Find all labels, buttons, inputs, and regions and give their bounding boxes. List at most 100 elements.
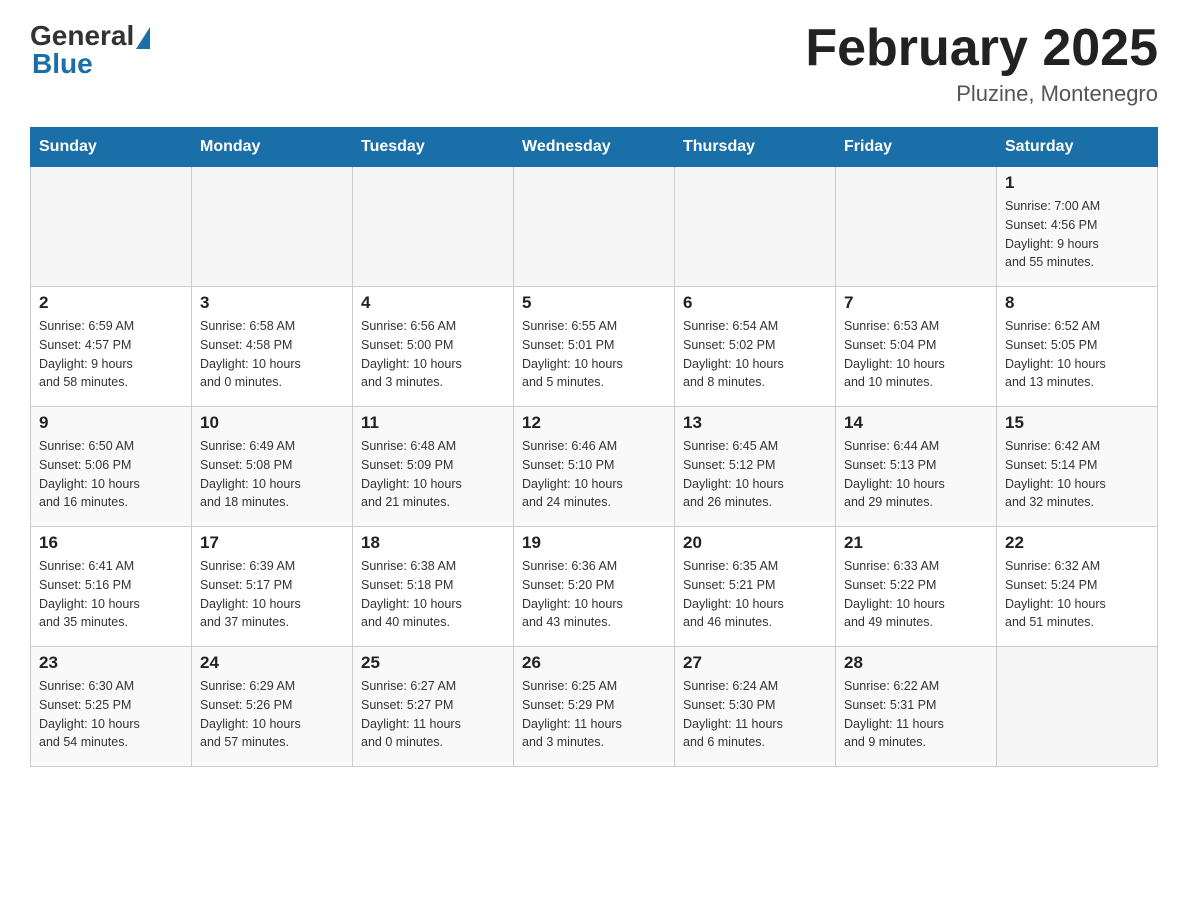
- day-info: Sunrise: 6:32 AM Sunset: 5:24 PM Dayligh…: [1005, 557, 1149, 632]
- calendar-week-3: 9 Sunrise: 6:50 AM Sunset: 5:06 PM Daylig…: [31, 407, 1158, 527]
- weekday-header-thursday: Thursday: [675, 128, 836, 167]
- logo-blue-text: Blue: [32, 48, 93, 80]
- weekday-header-sunday: Sunday: [31, 128, 192, 167]
- calendar-cell: 3 Sunrise: 6:58 AM Sunset: 4:58 PM Daylig…: [192, 287, 353, 407]
- day-info: Sunrise: 6:44 AM Sunset: 5:13 PM Dayligh…: [844, 437, 988, 512]
- calendar-cell: 5 Sunrise: 6:55 AM Sunset: 5:01 PM Daylig…: [514, 287, 675, 407]
- day-info: Sunrise: 6:42 AM Sunset: 5:14 PM Dayligh…: [1005, 437, 1149, 512]
- calendar-cell: 1 Sunrise: 7:00 AM Sunset: 4:56 PM Daylig…: [997, 167, 1158, 287]
- weekday-header-row: SundayMondayTuesdayWednesdayThursdayFrid…: [31, 128, 1158, 167]
- calendar-cell: 10 Sunrise: 6:49 AM Sunset: 5:08 PM Dayli…: [192, 407, 353, 527]
- day-info: Sunrise: 6:22 AM Sunset: 5:31 PM Dayligh…: [844, 677, 988, 752]
- day-number: 19: [522, 533, 666, 553]
- day-number: 7: [844, 293, 988, 313]
- calendar-cell: 14 Sunrise: 6:44 AM Sunset: 5:13 PM Dayli…: [836, 407, 997, 527]
- day-number: 8: [1005, 293, 1149, 313]
- weekday-header-friday: Friday: [836, 128, 997, 167]
- day-info: Sunrise: 6:59 AM Sunset: 4:57 PM Dayligh…: [39, 317, 183, 392]
- calendar-cell: [997, 647, 1158, 767]
- calendar-week-2: 2 Sunrise: 6:59 AM Sunset: 4:57 PM Daylig…: [31, 287, 1158, 407]
- page-header: General Blue February 2025 Pluzine, Mont…: [30, 20, 1158, 107]
- day-number: 14: [844, 413, 988, 433]
- location: Pluzine, Montenegro: [805, 81, 1158, 107]
- day-number: 15: [1005, 413, 1149, 433]
- day-info: Sunrise: 6:45 AM Sunset: 5:12 PM Dayligh…: [683, 437, 827, 512]
- calendar-week-1: 1 Sunrise: 7:00 AM Sunset: 4:56 PM Daylig…: [31, 167, 1158, 287]
- day-number: 13: [683, 413, 827, 433]
- day-info: Sunrise: 6:49 AM Sunset: 5:08 PM Dayligh…: [200, 437, 344, 512]
- calendar-cell: [675, 167, 836, 287]
- day-info: Sunrise: 6:27 AM Sunset: 5:27 PM Dayligh…: [361, 677, 505, 752]
- calendar-cell: 25 Sunrise: 6:27 AM Sunset: 5:27 PM Dayli…: [353, 647, 514, 767]
- calendar-cell: [836, 167, 997, 287]
- day-number: 25: [361, 653, 505, 673]
- calendar-cell: 7 Sunrise: 6:53 AM Sunset: 5:04 PM Daylig…: [836, 287, 997, 407]
- calendar-cell: [514, 167, 675, 287]
- day-info: Sunrise: 7:00 AM Sunset: 4:56 PM Dayligh…: [1005, 197, 1149, 272]
- day-info: Sunrise: 6:36 AM Sunset: 5:20 PM Dayligh…: [522, 557, 666, 632]
- calendar-cell: 12 Sunrise: 6:46 AM Sunset: 5:10 PM Dayli…: [514, 407, 675, 527]
- day-number: 18: [361, 533, 505, 553]
- day-info: Sunrise: 6:50 AM Sunset: 5:06 PM Dayligh…: [39, 437, 183, 512]
- day-number: 26: [522, 653, 666, 673]
- day-number: 11: [361, 413, 505, 433]
- day-number: 5: [522, 293, 666, 313]
- day-info: Sunrise: 6:58 AM Sunset: 4:58 PM Dayligh…: [200, 317, 344, 392]
- month-title: February 2025: [805, 20, 1158, 77]
- day-info: Sunrise: 6:29 AM Sunset: 5:26 PM Dayligh…: [200, 677, 344, 752]
- calendar-cell: 9 Sunrise: 6:50 AM Sunset: 5:06 PM Daylig…: [31, 407, 192, 527]
- calendar-cell: 13 Sunrise: 6:45 AM Sunset: 5:12 PM Dayli…: [675, 407, 836, 527]
- calendar-week-4: 16 Sunrise: 6:41 AM Sunset: 5:16 PM Dayli…: [31, 527, 1158, 647]
- day-info: Sunrise: 6:25 AM Sunset: 5:29 PM Dayligh…: [522, 677, 666, 752]
- weekday-header-saturday: Saturday: [997, 128, 1158, 167]
- day-number: 9: [39, 413, 183, 433]
- day-info: Sunrise: 6:35 AM Sunset: 5:21 PM Dayligh…: [683, 557, 827, 632]
- day-number: 28: [844, 653, 988, 673]
- logo: General Blue: [30, 20, 150, 80]
- day-number: 21: [844, 533, 988, 553]
- weekday-header-monday: Monday: [192, 128, 353, 167]
- day-number: 6: [683, 293, 827, 313]
- day-number: 3: [200, 293, 344, 313]
- day-info: Sunrise: 6:54 AM Sunset: 5:02 PM Dayligh…: [683, 317, 827, 392]
- calendar-cell: 18 Sunrise: 6:38 AM Sunset: 5:18 PM Dayli…: [353, 527, 514, 647]
- day-number: 10: [200, 413, 344, 433]
- day-number: 17: [200, 533, 344, 553]
- day-info: Sunrise: 6:46 AM Sunset: 5:10 PM Dayligh…: [522, 437, 666, 512]
- calendar-cell: 8Sunrise: 6:52 AM Sunset: 5:05 PM Daylig…: [997, 287, 1158, 407]
- day-number: 2: [39, 293, 183, 313]
- calendar-cell: 17Sunrise: 6:39 AM Sunset: 5:17 PM Dayli…: [192, 527, 353, 647]
- calendar-cell: 16 Sunrise: 6:41 AM Sunset: 5:16 PM Dayli…: [31, 527, 192, 647]
- calendar-cell: 19 Sunrise: 6:36 AM Sunset: 5:20 PM Dayli…: [514, 527, 675, 647]
- day-info: Sunrise: 6:53 AM Sunset: 5:04 PM Dayligh…: [844, 317, 988, 392]
- calendar-cell: 20 Sunrise: 6:35 AM Sunset: 5:21 PM Dayli…: [675, 527, 836, 647]
- calendar-cell: [192, 167, 353, 287]
- day-info: Sunrise: 6:55 AM Sunset: 5:01 PM Dayligh…: [522, 317, 666, 392]
- calendar-cell: 27 Sunrise: 6:24 AM Sunset: 5:30 PM Dayli…: [675, 647, 836, 767]
- calendar-cell: 28 Sunrise: 6:22 AM Sunset: 5:31 PM Dayli…: [836, 647, 997, 767]
- day-info: Sunrise: 6:24 AM Sunset: 5:30 PM Dayligh…: [683, 677, 827, 752]
- day-number: 1: [1005, 173, 1149, 193]
- calendar-week-5: 23Sunrise: 6:30 AM Sunset: 5:25 PM Dayli…: [31, 647, 1158, 767]
- day-info: Sunrise: 6:41 AM Sunset: 5:16 PM Dayligh…: [39, 557, 183, 632]
- calendar-cell: 23Sunrise: 6:30 AM Sunset: 5:25 PM Dayli…: [31, 647, 192, 767]
- calendar-cell: 22 Sunrise: 6:32 AM Sunset: 5:24 PM Dayli…: [997, 527, 1158, 647]
- day-number: 20: [683, 533, 827, 553]
- calendar-cell: 24 Sunrise: 6:29 AM Sunset: 5:26 PM Dayli…: [192, 647, 353, 767]
- calendar-cell: 21Sunrise: 6:33 AM Sunset: 5:22 PM Dayli…: [836, 527, 997, 647]
- day-number: 27: [683, 653, 827, 673]
- day-info: Sunrise: 6:30 AM Sunset: 5:25 PM Dayligh…: [39, 677, 183, 752]
- calendar-cell: [353, 167, 514, 287]
- calendar-cell: 11Sunrise: 6:48 AM Sunset: 5:09 PM Dayli…: [353, 407, 514, 527]
- day-number: 12: [522, 413, 666, 433]
- weekday-header-wednesday: Wednesday: [514, 128, 675, 167]
- day-number: 24: [200, 653, 344, 673]
- day-number: 22: [1005, 533, 1149, 553]
- calendar-cell: 26 Sunrise: 6:25 AM Sunset: 5:29 PM Dayli…: [514, 647, 675, 767]
- day-info: Sunrise: 6:56 AM Sunset: 5:00 PM Dayligh…: [361, 317, 505, 392]
- calendar-cell: 4Sunrise: 6:56 AM Sunset: 5:00 PM Daylig…: [353, 287, 514, 407]
- day-info: Sunrise: 6:38 AM Sunset: 5:18 PM Dayligh…: [361, 557, 505, 632]
- day-number: 16: [39, 533, 183, 553]
- calendar-cell: 6 Sunrise: 6:54 AM Sunset: 5:02 PM Daylig…: [675, 287, 836, 407]
- calendar-cell: [31, 167, 192, 287]
